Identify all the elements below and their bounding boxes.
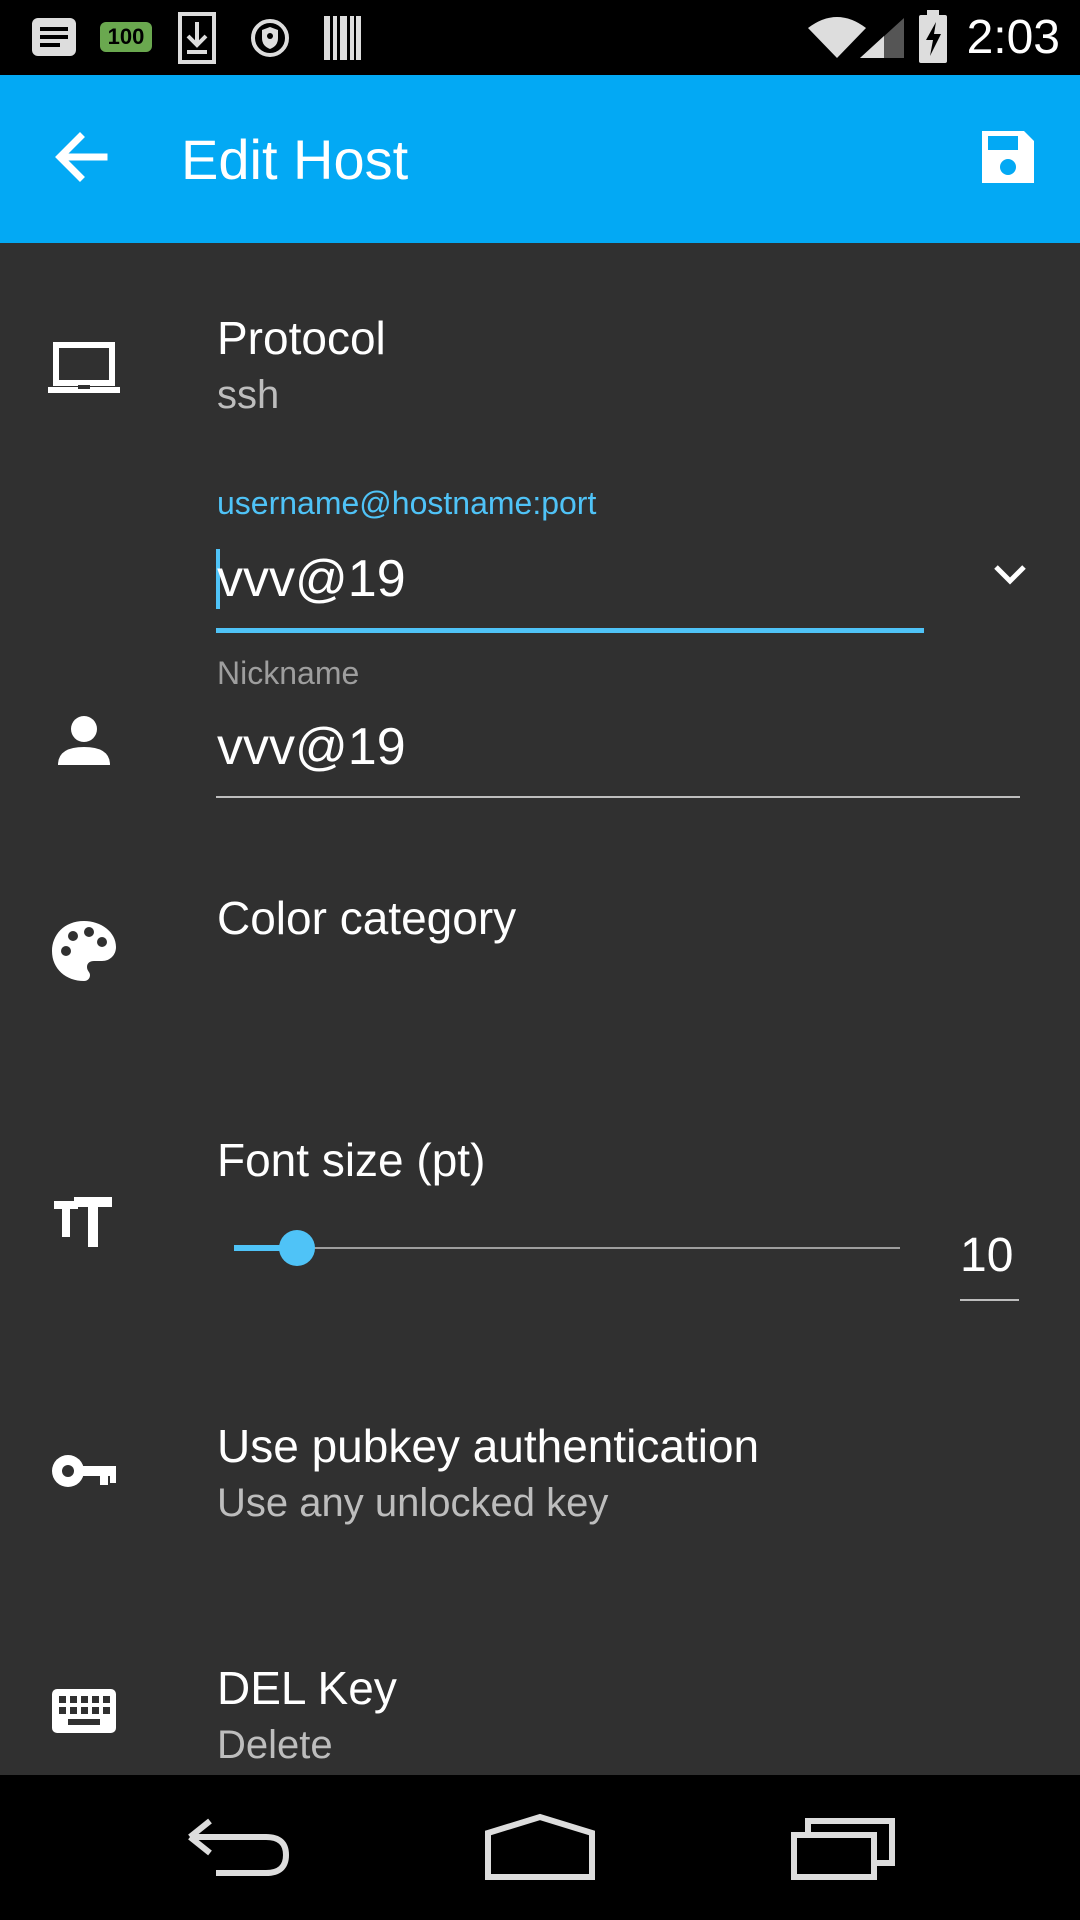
host-input[interactable]: vvv@19 [217,549,406,609]
nav-home-icon[interactable] [484,1813,596,1883]
chevron-down-icon[interactable] [990,555,1030,595]
nickname-label: Nickname [217,655,360,691]
host-underline [216,628,924,633]
nav-back-icon[interactable] [186,1813,292,1883]
arrow-back-icon[interactable] [50,125,114,189]
save-icon[interactable] [978,127,1038,187]
laptop-icon [48,342,120,393]
notes-icon [32,18,76,56]
protocol-label: Protocol [217,312,386,364]
status-bar: 100 2:03 [0,0,1080,75]
page-title: Edit Host [181,128,409,191]
nav-recents-icon[interactable] [790,1813,898,1883]
slider-thumb[interactable] [278,1230,315,1266]
host-label: username@hostname:port [217,485,597,521]
del-key-label: DEL Key [217,1662,397,1714]
edit-host-form: Protocol ssh username@hostname:port vvv@… [0,243,1080,1775]
palette-icon [52,921,116,981]
font-size-slider[interactable] [234,1223,900,1273]
nickname-underline [216,796,1020,798]
font-size-value-underline [960,1299,1019,1301]
del-key-value: Delete [217,1723,333,1767]
protocol-value: ssh [217,373,280,417]
key-icon [52,1455,116,1487]
navigation-bar [0,1775,1080,1920]
nickname-input[interactable]: vvv@19 [217,717,406,777]
pubkey-value: Use any unlocked key [217,1481,609,1525]
font-size-value[interactable]: 10 [960,1228,1013,1283]
download-icon [178,12,216,64]
battery-badge-icon: 100 [100,22,152,52]
slider-track [234,1247,900,1249]
text-size-icon [54,1197,112,1247]
signal-icon [860,18,904,58]
keyboard-icon [52,1689,116,1733]
status-time: 2:03 [966,11,1060,64]
person-icon [58,716,110,765]
barcode-icon [324,16,361,60]
app-bar: Edit Host [0,75,1080,243]
shield-icon [251,19,289,57]
battery-charging-icon [919,10,947,63]
pubkey-label: Use pubkey authentication [217,1420,760,1472]
color-category-label: Color category [217,892,517,944]
font-size-label: Font size (pt) [217,1134,486,1186]
